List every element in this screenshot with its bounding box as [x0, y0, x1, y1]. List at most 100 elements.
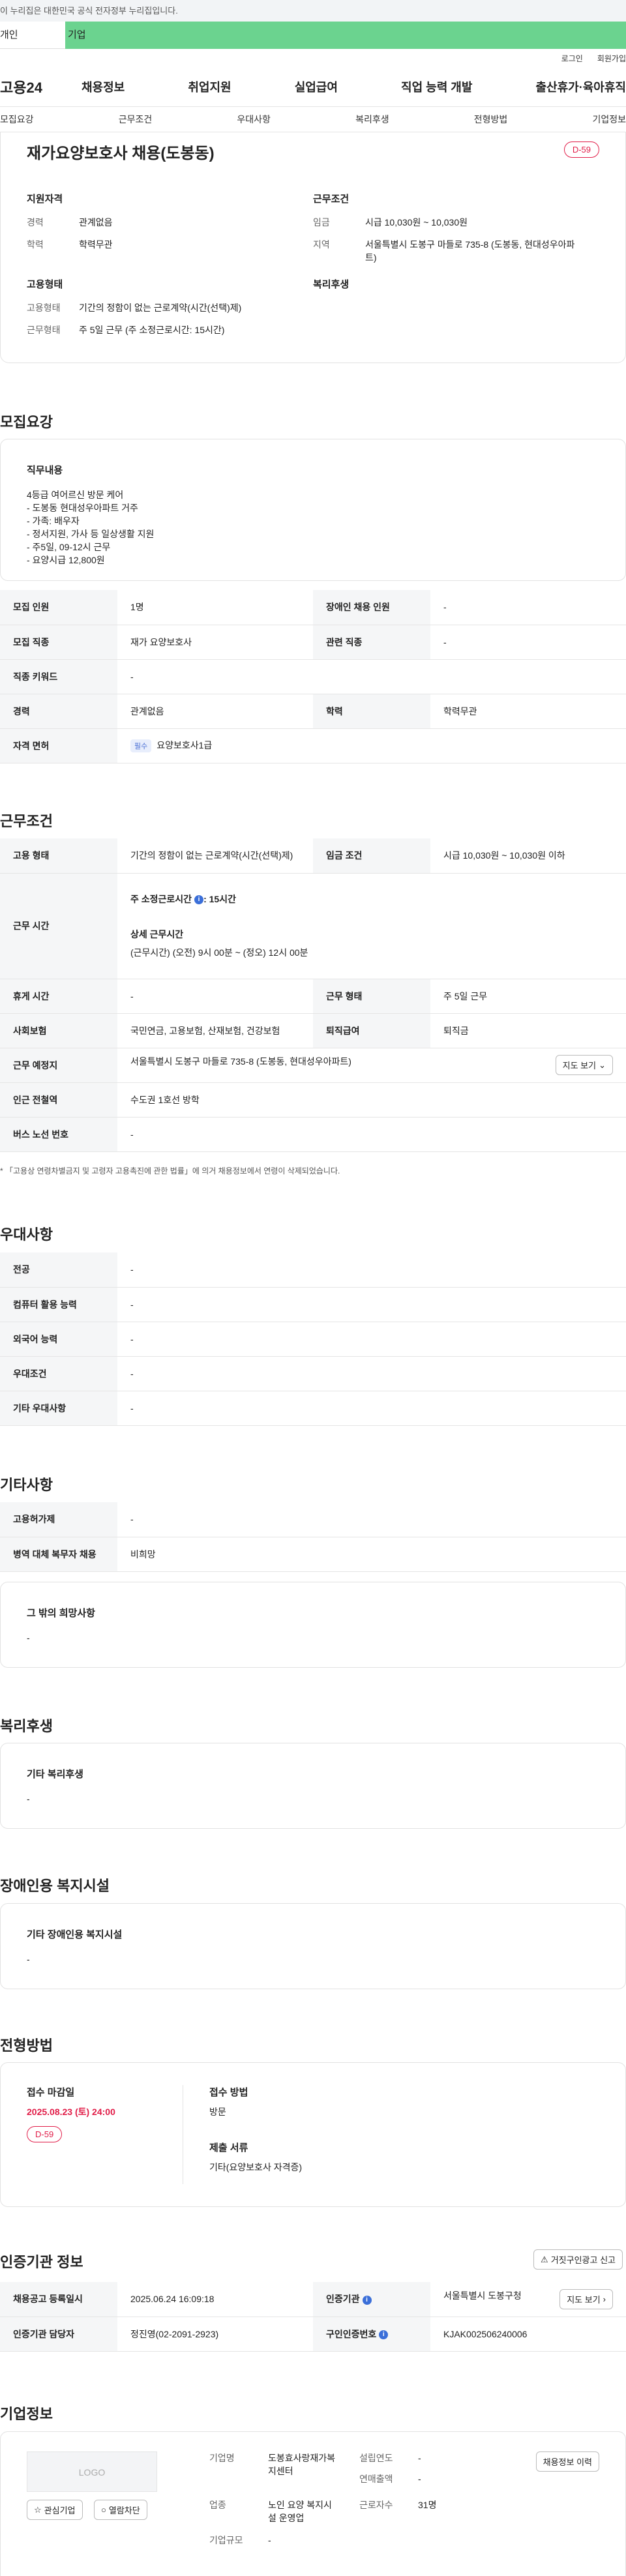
- cell-key: 모집 인원: [0, 590, 117, 625]
- login-link[interactable]: 로그인: [561, 53, 583, 64]
- report-button[interactable]: ⚠ 거짓구인광고 신고: [533, 2249, 623, 2270]
- disab-heading: 장애인용 복지시설: [0, 1878, 110, 1894]
- menu-jobs[interactable]: 채용정보: [82, 78, 125, 95]
- favorite-label: 관심기업: [44, 2506, 76, 2515]
- cell-key: 모집 직종: [0, 625, 117, 660]
- subnav-work[interactable]: 근무조건: [119, 113, 153, 126]
- job-summary-card: 재가요양보호사 채용(도봉동) D-59 지원자격 경력 관계없음 학력 학력무관 …: [0, 132, 626, 363]
- report-button-label: 거짓구인광고 신고: [550, 2255, 616, 2265]
- subnav-welfare[interactable]: 복리후생: [355, 113, 389, 126]
- qual-key: 경력: [27, 217, 44, 228]
- cert-map-button[interactable]: 지도 보기 ›: [559, 2288, 613, 2309]
- menu-job-training[interactable]: 직업 능력 개발: [401, 78, 472, 95]
- cell-value: 재가 요양보호사: [117, 625, 313, 660]
- cert-number-label: 구인인증번호: [326, 2328, 377, 2339]
- tab-personal[interactable]: 개인: [0, 22, 65, 49]
- subnav-process[interactable]: 전형방법: [474, 113, 508, 126]
- cell-key: 장애인 채용 인원: [313, 590, 430, 625]
- cell-value: -: [430, 590, 626, 625]
- cell-value: 비희망: [117, 1537, 626, 1572]
- cell-key: 인증기관 i: [313, 2282, 430, 2317]
- cell-value: KJAK002506240006: [430, 2317, 626, 2352]
- company-box: LOGO ☆ 관심기업 ○ 열람차단 기업명 도봉효사랑재가복지센터 설립연도 - 연매출…: [0, 2431, 626, 2576]
- cell-key: 근무 시간: [0, 873, 117, 979]
- company-industry: 노인 요양 복지시설 운영업: [268, 2500, 332, 2523]
- deadline-heading: 접수 마감일: [27, 2087, 75, 2098]
- cell-value: 기간의 정함이 없는 근로계약(시간(선택)제): [117, 838, 313, 874]
- info-icon[interactable]: i: [362, 2295, 372, 2305]
- menu-employment-support[interactable]: 취업지원: [188, 78, 231, 95]
- table-row: 인증기관 담당자 정진영(02-2091-2923) 구인인증번호 i KJAK0025…: [0, 2317, 626, 2352]
- detail-hours-label: 상세 근무시간: [130, 929, 184, 940]
- table-row: 자격 면허 필수 요양보호사1급: [0, 728, 626, 763]
- process-box: 접수 마감일 2025.08.23 (토) 24:00 D-59 접수 방법 방…: [0, 2062, 626, 2207]
- cell-value: -: [117, 979, 313, 1014]
- map-button[interactable]: 지도 보기 ⌄: [555, 1055, 613, 1075]
- wish-text: -: [27, 1633, 30, 1643]
- info-icon[interactable]: i: [379, 2330, 389, 2339]
- cell-value: -: [117, 1117, 626, 1152]
- table-row: 우대조건 -: [0, 1356, 626, 1391]
- deadline-value: 2025.08.23 (토) 24:00: [27, 2107, 115, 2117]
- cell-key: 근무 형태: [313, 979, 430, 1014]
- place-value: 서울특별시 도봉구 마들로 735-8 (도봉동, 현대성우아파트): [130, 1056, 351, 1067]
- disab-box-text: -: [27, 1954, 30, 1964]
- job-title: 재가요양보호사 채용(도봉동): [27, 145, 215, 162]
- welfare-box-heading: 기타 복리후생: [27, 1769, 83, 1780]
- cell-value: 학력무관: [430, 694, 626, 729]
- table-row: 병역 대체 복무자 채용 비희망: [0, 1537, 626, 1572]
- qual-key: 학력: [27, 239, 44, 250]
- subnav-recruit[interactable]: 모집요강: [0, 113, 34, 126]
- cell-key: 채용공고 등록일시: [0, 2282, 117, 2317]
- siren-icon: ⚠: [541, 2254, 548, 2264]
- job-history-button[interactable]: 채용정보 이력: [535, 2451, 599, 2472]
- work-table: 고용 형태 기간의 정함이 없는 근로계약(시간(선택)제) 임금 조건 시급 10,…: [0, 838, 626, 1152]
- etc-heading: 기타사항: [0, 1477, 53, 1493]
- subnav-company[interactable]: 기업정보: [592, 113, 626, 126]
- cell-value: 필수 요양보호사1급: [117, 728, 626, 763]
- cell-key: 근무 예정지: [0, 1048, 117, 1083]
- cell-value: 관계없음: [117, 694, 313, 729]
- join-link[interactable]: 회원가입: [597, 53, 626, 64]
- cell-key: 학력: [313, 694, 430, 729]
- subnav-pref[interactable]: 우대사항: [237, 113, 271, 126]
- pref-heading: 우대사항: [0, 1226, 53, 1243]
- gov-notice-text: 이 누리집은 대한민국 공식 전자정부 누리집입니다.: [0, 6, 178, 16]
- emp-value: 기간의 정함이 없는 근로계약(시간(선택)제): [79, 303, 242, 313]
- cell-key: 구인인증번호 i: [313, 2317, 430, 2352]
- util-links: 로그인 회원가입: [0, 49, 626, 67]
- table-row: 모집 인원 1명 장애인 채용 인원 -: [0, 590, 626, 625]
- work-heading: 근무조건: [0, 813, 53, 829]
- site-logo[interactable]: 고용24: [0, 76, 82, 97]
- etc-table: 고용허가제 - 병역 대체 복무자 채용 비희망: [0, 1502, 626, 1572]
- menu-parental-leave[interactable]: 출산휴가·육아휴직: [536, 78, 626, 95]
- method-heading: 접수 방법: [209, 2087, 248, 2098]
- cell-value: 퇴직금: [430, 1013, 626, 1048]
- process-heading: 전형방법: [0, 2037, 53, 2054]
- company-info: 기업명 도봉효사랑재가복지센터 설립연도 - 연매출액 - 업종 노인 요양 복지시설 운…: [209, 2451, 438, 2547]
- duty-box: 직무내용 4등급 여어르신 방문 케어 - 도봉동 현대성우아파트 거주 - 가…: [0, 439, 626, 581]
- company-key: 기업규모: [209, 2535, 243, 2545]
- table-row: 채용공고 등록일시 2025.06.24 16:09:18 인증기관 i 서울특별시 도…: [0, 2282, 626, 2317]
- cell-value: -: [117, 1252, 626, 1288]
- method-col: 접수 방법 방문 제출 서류 기타(요양보호사 자격증): [183, 2085, 302, 2184]
- table-row: 컴퓨터 활용 능력 -: [0, 1287, 626, 1322]
- chevron-down-icon: ⌄: [599, 1059, 606, 1070]
- menu-unemployment-benefit[interactable]: 실업급여: [295, 78, 338, 95]
- hours-cell: 주 소정근로시간 i: 15시간 상세 근무시간 (근무시간) (오전) 9시 0…: [117, 873, 626, 979]
- recruit-heading: 모집요강: [0, 414, 53, 430]
- block-company-button[interactable]: ○ 열람차단: [94, 2500, 147, 2520]
- tab-company[interactable]: 기업: [65, 22, 626, 49]
- dday-badge: D-59: [563, 141, 599, 158]
- welfare-summary-title: 복리후생: [313, 279, 350, 290]
- cell-key: 퇴직급여: [313, 1013, 430, 1048]
- favorite-company-button[interactable]: ☆ 관심기업: [27, 2500, 83, 2520]
- welfare-box-text: -: [27, 1794, 30, 1804]
- qual-value: 관계없음: [79, 217, 113, 228]
- cell-key: 우대조건: [0, 1356, 117, 1391]
- cell-value: -: [117, 1391, 626, 1426]
- cell-key: 고용 형태: [0, 838, 117, 874]
- info-icon[interactable]: i: [194, 895, 204, 905]
- cell-key: 관련 직종: [313, 625, 430, 660]
- cert-table: 채용공고 등록일시 2025.06.24 16:09:18 인증기관 i 서울특별시 도…: [0, 2282, 626, 2352]
